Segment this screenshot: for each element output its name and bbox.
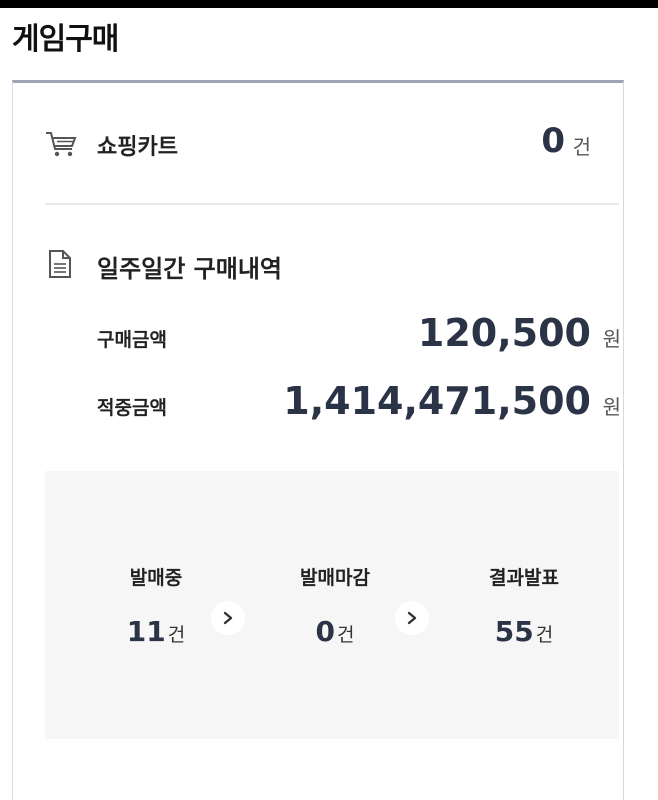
shopping-cart-label: 쇼핑카트 xyxy=(97,135,178,160)
prize-amount-value: 1,414,471,500 xyxy=(283,379,591,423)
status-step-count: 0 xyxy=(315,615,335,648)
status-step-count-group: 11 건 xyxy=(91,615,221,648)
status-step-count-group: 0건 xyxy=(270,615,400,648)
chevron-right-icon xyxy=(211,601,245,635)
shopping-cart-row[interactable]: 쇼핑카트 0 건 xyxy=(45,121,591,165)
game-status-panel: 발매중 11 건 발매마감 0건 결과발표 55 건 xyxy=(45,471,619,739)
status-step-unit: 건 xyxy=(535,624,554,646)
section-divider xyxy=(45,203,619,205)
status-step-label: 발매중 xyxy=(129,567,183,589)
top-edge-bar xyxy=(0,0,658,8)
status-step-count: 55 xyxy=(494,615,534,648)
status-step-unit: 건 xyxy=(337,624,355,646)
purchase-amount-row: 구매금액 120,500 원 xyxy=(45,311,621,361)
chevron-right-icon xyxy=(395,601,429,635)
status-step-on-sale[interactable]: 발매중 11 건 xyxy=(91,563,221,648)
prize-amount-row: 적중금액 1,414,471,500 원 xyxy=(45,379,621,429)
status-step-count: 11 xyxy=(126,615,166,648)
status-step-results[interactable]: 결과발표 55 건 xyxy=(459,563,589,648)
prize-amount-label: 적중금액 xyxy=(97,397,167,419)
status-step-unit: 건 xyxy=(167,624,186,646)
weekly-history-title: 일주일간 구매내역 xyxy=(97,255,282,283)
document-icon xyxy=(47,249,73,279)
prize-amount-unit: 원 xyxy=(602,395,621,419)
shopping-cart-unit: 건 xyxy=(572,135,591,159)
shopping-cart-count: 0 xyxy=(541,121,565,161)
status-step-count-group: 55 건 xyxy=(459,615,589,648)
purchase-amount-label: 구매금액 xyxy=(97,329,167,351)
purchase-amount-unit: 원 xyxy=(602,327,621,351)
weekly-history-header: 일주일간 구매내역 xyxy=(45,245,591,285)
page-title: 게임구매 xyxy=(12,22,119,57)
shopping-cart-icon xyxy=(45,129,79,159)
status-step-label: 결과발표 xyxy=(489,567,559,589)
game-purchase-card: 쇼핑카트 0 건 일주일간 구매내역 구매금액 120,500 원 적중금액 1… xyxy=(12,80,624,800)
status-step-label: 발매마감 xyxy=(300,567,370,589)
status-step-sale-closed[interactable]: 발매마감 0건 xyxy=(270,563,400,648)
purchase-amount-value: 120,500 xyxy=(417,311,591,355)
